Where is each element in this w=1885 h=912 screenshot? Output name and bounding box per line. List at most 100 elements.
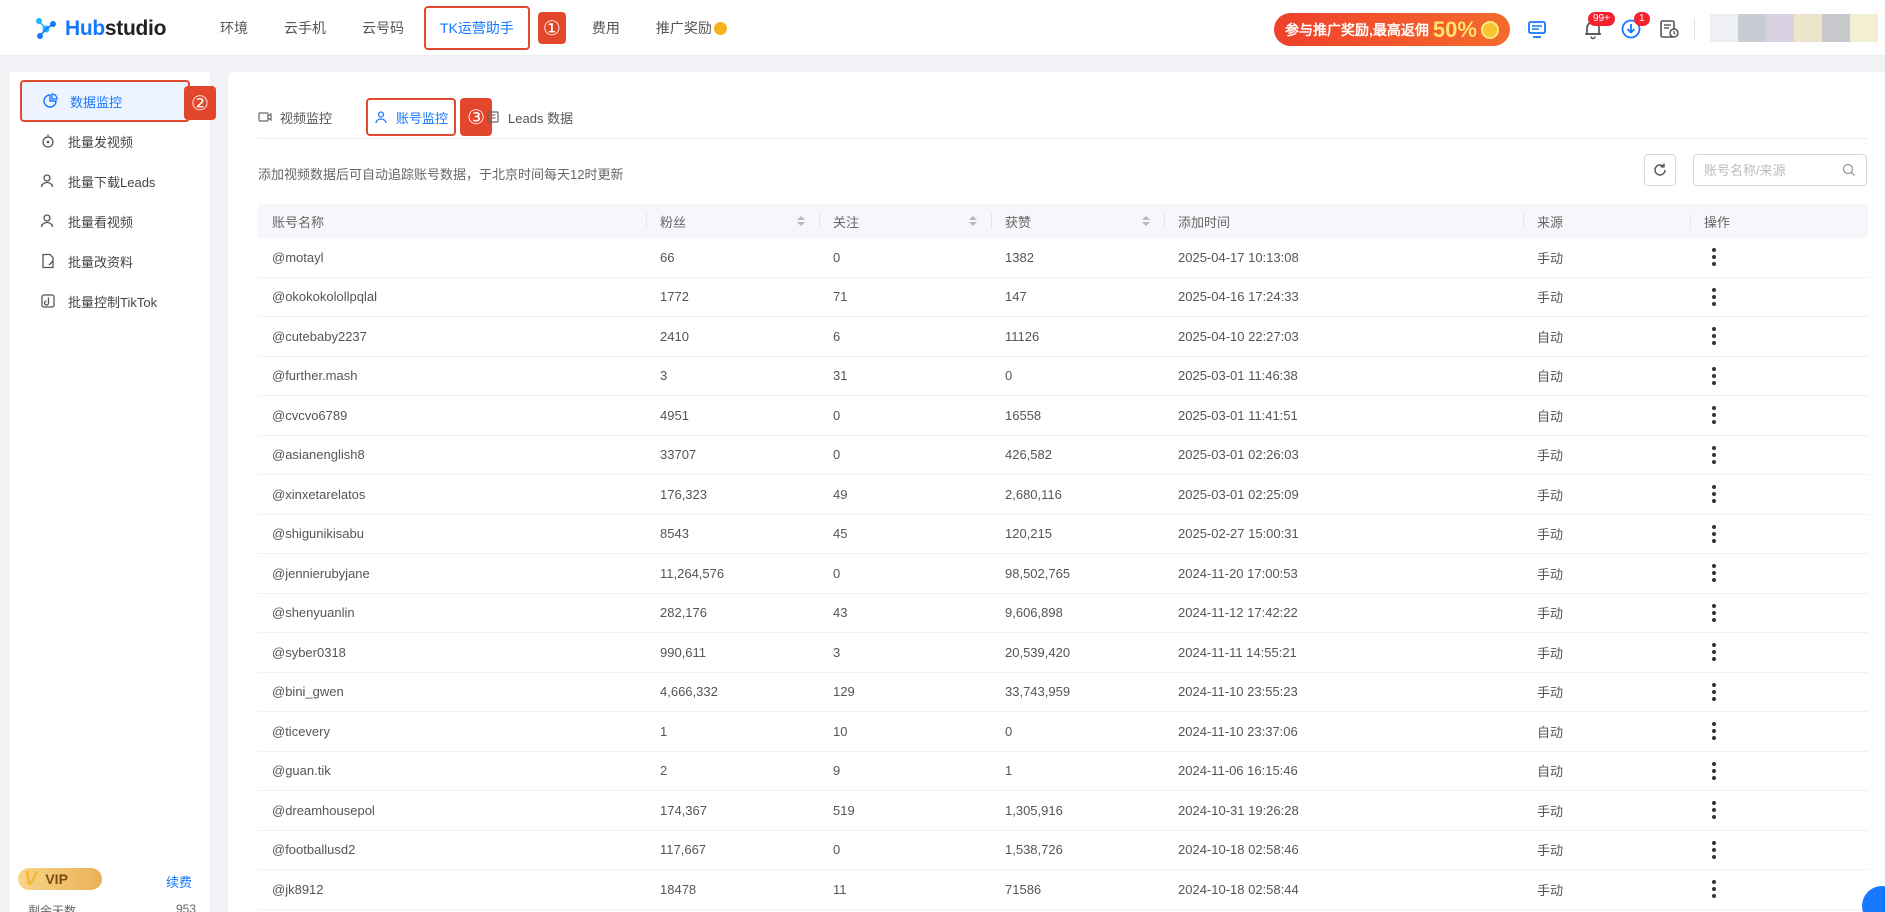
cell-followers: 4951 xyxy=(660,407,689,423)
user-avatar[interactable] xyxy=(1710,14,1878,42)
tab-video-monitor[interactable]: 视频监控 xyxy=(258,108,332,127)
table-row: @cutebaby2237 2410 6 11126 2025-04-10 22:27:… xyxy=(258,317,1868,357)
more-actions-icon[interactable] xyxy=(1704,326,1724,346)
cell-followers: 990,611 xyxy=(660,644,707,660)
nav-tk-assistant[interactable]: TK运营助手 xyxy=(424,6,530,50)
main-nav: 环境 云手机 云号码 TK运营助手 ① 费用 推广奖励 xyxy=(220,0,763,56)
column-header-followers[interactable]: 粉丝 xyxy=(646,204,819,238)
sort-icon[interactable] xyxy=(1142,216,1150,226)
cell-added-time: 2024-11-12 17:42:22 xyxy=(1178,605,1298,621)
more-actions-icon[interactable] xyxy=(1704,761,1724,781)
logo-icon xyxy=(36,18,56,39)
cell-source: 手动 xyxy=(1537,448,1564,464)
cell-likes: 20,539,420 xyxy=(1005,644,1071,660)
sidebar-item-label: 批量改资料 xyxy=(68,254,134,270)
cell-followers: 117,667 xyxy=(660,842,707,858)
more-actions-icon[interactable] xyxy=(1704,840,1724,860)
more-actions-icon[interactable] xyxy=(1704,366,1724,386)
more-actions-icon[interactable] xyxy=(1704,445,1724,465)
nav-cloud-number[interactable]: 云号码 xyxy=(362,18,404,38)
column-header-likes[interactable]: 获赞 xyxy=(991,204,1164,238)
nav-referral[interactable]: 推广奖励 xyxy=(656,18,727,38)
divider xyxy=(1694,18,1695,40)
column-header-following[interactable]: 关注 xyxy=(819,204,991,238)
sidebar-item-batch-control-tiktok[interactable]: 批量控制TikTok xyxy=(20,280,190,322)
download-icon[interactable]: 1 xyxy=(1620,12,1650,40)
more-actions-icon[interactable] xyxy=(1704,879,1724,899)
cell-source: 自动 xyxy=(1537,329,1564,345)
table-row: @shigunikisabu 8543 45 120,215 2025-02-27 15… xyxy=(258,515,1868,554)
sort-icon[interactable] xyxy=(797,216,805,226)
column-header-actions: 操作 xyxy=(1690,204,1868,238)
screen-icon[interactable] xyxy=(1526,18,1548,40)
cell-account-name: @guan.tik xyxy=(272,763,331,779)
cell-source: 手动 xyxy=(1537,566,1564,582)
sidebar-item-batch-edit-profile[interactable]: 批量改资料 xyxy=(20,240,190,282)
more-actions-icon[interactable] xyxy=(1704,642,1724,662)
cell-likes: 16558 xyxy=(1005,407,1042,423)
more-actions-icon[interactable] xyxy=(1704,247,1724,267)
more-actions-icon[interactable] xyxy=(1704,287,1724,307)
nav-referral-label: 推广奖励 xyxy=(655,20,712,36)
more-actions-icon[interactable] xyxy=(1704,721,1724,741)
cell-added-time: 2024-11-06 16:15:46 xyxy=(1178,763,1298,779)
cell-actions xyxy=(1690,247,1868,267)
cell-account-name: @shigunikisabu xyxy=(272,526,364,542)
nav-cloud-phone[interactable]: 云手机 xyxy=(284,18,326,38)
more-actions-icon[interactable] xyxy=(1704,603,1724,623)
sidebar-item-batch-watch[interactable]: 批量看视频 xyxy=(20,200,190,242)
promo-banner[interactable]: 参与推广奖励,最高返佣 50% xyxy=(1274,13,1510,46)
main-panel: 视频监控 账号监控 ③ Leads 数据 添加视频数据后可自动追踪账号数据，于北… xyxy=(228,72,1885,912)
nav-environment[interactable]: 环境 xyxy=(220,18,248,38)
sidebar-item-batch-download-leads[interactable]: 批量下载Leads xyxy=(20,160,190,202)
column-header-added-time: 添加时间 xyxy=(1164,204,1523,238)
table-row: @footballusd2 117,667 0 1,538,726 2024-10-18… xyxy=(258,831,1868,870)
cell-actions xyxy=(1690,800,1868,820)
cell-source: 手动 xyxy=(1537,645,1564,661)
more-actions-icon[interactable] xyxy=(1704,563,1724,583)
more-actions-icon[interactable] xyxy=(1704,682,1724,702)
sidebar-item-label: 批量看视频 xyxy=(68,214,134,230)
more-actions-icon[interactable] xyxy=(1704,405,1724,425)
search-icon[interactable] xyxy=(1842,163,1856,177)
user-download-icon xyxy=(40,174,54,188)
more-actions-icon[interactable] xyxy=(1704,484,1724,504)
table-row: @cvcvo6789 4951 0 16558 2025-03-01 11:41:51 自… xyxy=(258,396,1868,436)
tab-leads-data[interactable]: Leads 数据 xyxy=(486,108,573,127)
top-bar: Hubstudio 环境 云手机 云号码 TK运营助手 ① 费用 推广奖励 参与… xyxy=(0,0,1885,56)
cell-following: 6 xyxy=(833,328,841,344)
tab-divider xyxy=(258,138,1868,139)
cell-added-time: 2025-04-10 22:27:03 xyxy=(1178,328,1299,344)
table-row: @guan.tik 2 9 1 2024-11-06 16:15:46 自动 xyxy=(258,752,1868,791)
sidebar-item-data-monitor[interactable]: 数据监控 xyxy=(20,80,190,122)
renew-link[interactable]: 续费 xyxy=(166,872,192,891)
search-input[interactable] xyxy=(1704,162,1834,178)
sort-icon[interactable] xyxy=(969,216,977,226)
cell-account-name: @cvcvo6789 xyxy=(272,407,348,423)
task-history-icon[interactable] xyxy=(1658,18,1680,40)
cell-likes: 120,215 xyxy=(1005,526,1052,542)
cell-account-name: @shenyuanlin xyxy=(272,605,355,621)
bell-icon[interactable]: 99+ xyxy=(1582,12,1615,40)
cell-source: 手动 xyxy=(1537,606,1564,622)
sidebar-item-batch-post[interactable]: 批量发视频 xyxy=(20,120,190,162)
cell-likes: 426,582 xyxy=(1005,447,1052,463)
tab-account-monitor[interactable]: 账号监控 xyxy=(366,98,457,136)
download-badge: 1 xyxy=(1634,12,1650,26)
more-actions-icon[interactable] xyxy=(1704,524,1724,544)
tab-label: Leads 数据 xyxy=(508,110,574,126)
refresh-button[interactable] xyxy=(1644,154,1676,186)
tab-label: 视频监控 xyxy=(280,110,333,126)
step-marker-1: ① xyxy=(537,12,566,44)
nav-fees[interactable]: 费用 xyxy=(592,18,620,38)
tab-bar: 视频监控 账号监控 ③ Leads 数据 xyxy=(258,98,573,136)
logo[interactable]: Hubstudio xyxy=(33,16,166,42)
more-actions-icon[interactable] xyxy=(1704,800,1724,820)
cell-source: 自动 xyxy=(1537,764,1564,780)
cell-followers: 2 xyxy=(660,763,668,779)
cell-actions xyxy=(1690,287,1868,307)
cell-actions xyxy=(1690,524,1868,544)
cell-added-time: 2024-11-10 23:37:06 xyxy=(1178,723,1298,739)
cell-likes: 1,538,726 xyxy=(1005,842,1063,858)
table-row: @syber0318 990,611 3 20,539,420 2024-11-11 1… xyxy=(258,633,1868,673)
